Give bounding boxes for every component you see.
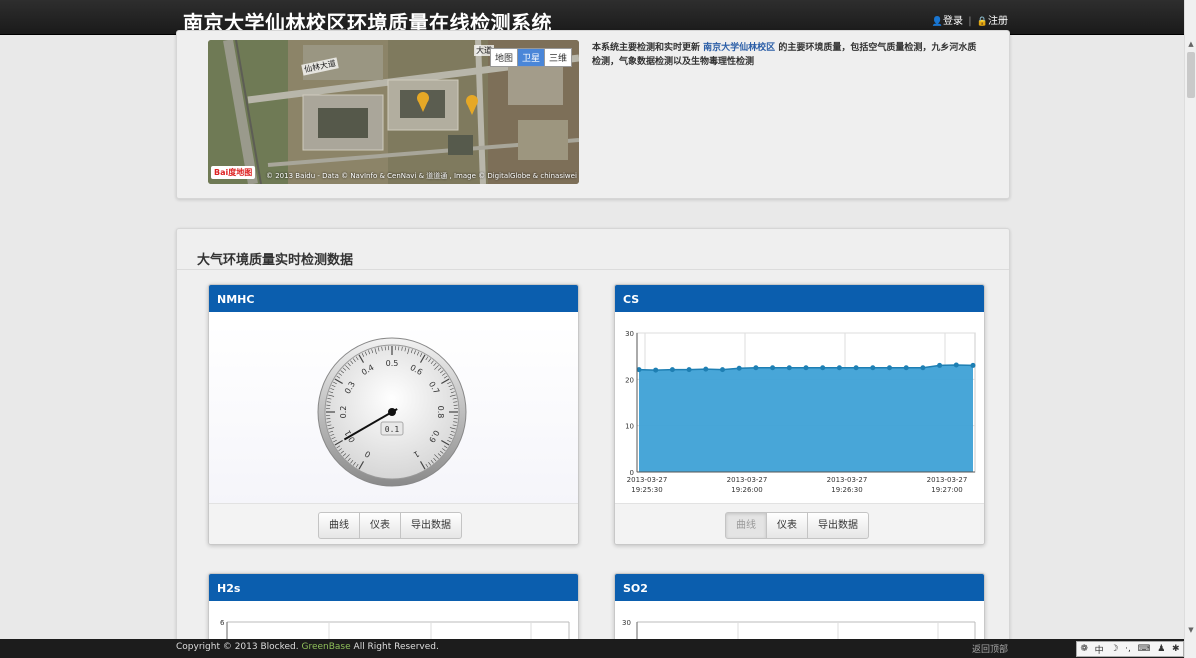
widget-footer: 曲线 仪表 导出数据 [615, 503, 984, 544]
curve-button[interactable]: 曲线 [318, 512, 360, 539]
data-point[interactable] [937, 362, 943, 368]
data-point[interactable] [736, 365, 742, 371]
gauge-button[interactable]: 仪表 [359, 512, 401, 539]
curve-button[interactable]: 曲线 [725, 512, 767, 539]
data-point[interactable] [686, 367, 692, 373]
y-tick-label: 30 [625, 330, 634, 338]
x-tick-time: 19:26:30 [831, 486, 862, 494]
copyright-prefix: Copyright © 2013 Blocked. [176, 642, 299, 652]
gauge-display: 0.1 [385, 425, 400, 434]
x-tick-date: 2013-03-27 [727, 476, 768, 484]
separator: | [968, 16, 972, 27]
scroll-down-arrow-icon[interactable]: ▼ [1187, 626, 1195, 636]
view-switch: 曲线 仪表 导出数据 [725, 512, 869, 539]
scroll-thumb[interactable] [1187, 52, 1195, 98]
data-point[interactable] [836, 365, 842, 371]
copyright-suffix: All Right Reserved. [353, 642, 439, 652]
copyright: Copyright © 2013 Blocked. GreenBase All … [176, 642, 439, 652]
y-tick: 6 [220, 619, 225, 627]
system-intro: 本系统主要检测和实时更新 南京大学仙林校区 的主要环境质量，包括空气质量检测，九… [592, 41, 984, 69]
ime-lang[interactable]: 中 [1095, 643, 1104, 656]
map-copyright: © 2013 Baidu - Data © NavInfo & CenNavi … [266, 172, 577, 180]
login-link[interactable]: 登录 [943, 16, 963, 27]
user-icon[interactable]: ♟ [1157, 644, 1165, 654]
data-point[interactable] [803, 365, 809, 371]
account-links: 👤登录 | 🔒注册 [932, 12, 1008, 27]
gauge-hub [388, 408, 396, 416]
gauge-button[interactable]: 仪表 [766, 512, 808, 539]
widget-nmhc: NMHC 00.10.20.30.40.50.60.70.80.91 0.1 [208, 284, 579, 545]
data-point[interactable] [753, 365, 759, 371]
back-to-top-link[interactable]: 返回顶部 [972, 642, 1008, 655]
data-point[interactable] [703, 366, 709, 372]
campus-link[interactable]: 南京大学仙林校区 [703, 43, 775, 53]
data-point[interactable] [870, 365, 876, 371]
chart-area: 0 10 20 30 2013-03-27 19:25:30 2013-03-27 19:26… [615, 324, 984, 503]
series-area [639, 364, 973, 472]
x-tick-time: 19:26:00 [731, 486, 762, 494]
data-point[interactable] [853, 365, 859, 371]
data-point[interactable] [770, 365, 776, 371]
data-point[interactable] [720, 367, 725, 373]
brand-link[interactable]: GreenBase [301, 642, 350, 652]
data-point[interactable] [970, 362, 976, 368]
settings-icon[interactable]: ✱ [1172, 644, 1180, 654]
moon-icon[interactable]: ☽ [1110, 644, 1118, 654]
map-type-switcher: 地图 卫星 三维 [490, 48, 573, 67]
map-type-map[interactable]: 地图 [490, 48, 519, 67]
map-type-satellite[interactable]: 卫星 [517, 48, 546, 67]
lock-icon: 🔒 [976, 17, 988, 27]
y-tick-label: 20 [625, 376, 634, 384]
data-point[interactable] [669, 367, 675, 373]
widget-cs: CS 0 10 20 30 2013-03-27 19:25:30 2013-03-27 19… [614, 284, 985, 545]
section-divider [177, 269, 1009, 270]
gauge-area: 00.10.20.30.40.50.60.70.80.91 0.1 [209, 324, 578, 503]
punct-icon[interactable]: ·, [1125, 644, 1131, 654]
map-type-3d[interactable]: 三维 [544, 48, 573, 67]
baidu-logo: Bai度地图 [211, 166, 256, 179]
gauge-label: 0.5 [386, 359, 399, 368]
gauge-label: 0.8 [436, 406, 445, 419]
widget-title: H2s [209, 574, 578, 601]
ime-logo-icon: ❁ [1080, 644, 1088, 654]
gauge-label: 0.2 [339, 406, 348, 419]
y-tick: 30 [622, 619, 631, 627]
data-point[interactable] [887, 365, 892, 371]
widget-title: NMHC [209, 285, 578, 312]
data-point[interactable] [820, 365, 826, 371]
x-tick-time: 19:27:00 [931, 486, 962, 494]
nmhc-gauge: 00.10.20.30.40.50.60.70.80.91 0.1 [317, 337, 467, 487]
intro-prefix: 本系统主要检测和实时更新 [592, 43, 701, 53]
keyboard-icon[interactable]: ⌨ [1138, 644, 1151, 654]
data-point[interactable] [786, 365, 792, 371]
widget-title: CS [615, 285, 984, 312]
export-button[interactable]: 导出数据 [807, 512, 869, 539]
data-point[interactable] [920, 365, 926, 371]
view-switch: 曲线 仪表 导出数据 [318, 512, 462, 539]
scroll-up-arrow-icon[interactable]: ▲ [1187, 40, 1195, 50]
section-title: 大气环境质量实时检测数据 [197, 253, 354, 268]
widget-footer: 曲线 仪表 导出数据 [209, 503, 578, 544]
y-tick-label: 10 [625, 423, 634, 431]
cs-area-chart: 01020302013-03-2719:25:302013-03-2719:26… [625, 330, 976, 494]
ime-toolbar[interactable]: ❁ 中 ☽ ·, ⌨ ♟ ✱ [1076, 641, 1184, 657]
x-tick-date: 2013-03-27 [927, 476, 968, 484]
export-button[interactable]: 导出数据 [400, 512, 462, 539]
data-point[interactable] [903, 365, 909, 371]
widget-title: SO2 [615, 574, 984, 601]
data-point[interactable] [653, 367, 659, 373]
x-tick-date: 2013-03-27 [627, 476, 668, 484]
page-footer: Copyright © 2013 Blocked. GreenBase All … [0, 639, 1184, 658]
data-point[interactable] [953, 362, 959, 368]
x-tick-date: 2013-03-27 [827, 476, 868, 484]
page-scrollbar[interactable]: ▲ ▼ [1184, 0, 1196, 658]
x-tick-time: 19:25:30 [631, 486, 662, 494]
user-icon: 👤 [931, 17, 944, 27]
register-link[interactable]: 注册 [988, 16, 1008, 27]
